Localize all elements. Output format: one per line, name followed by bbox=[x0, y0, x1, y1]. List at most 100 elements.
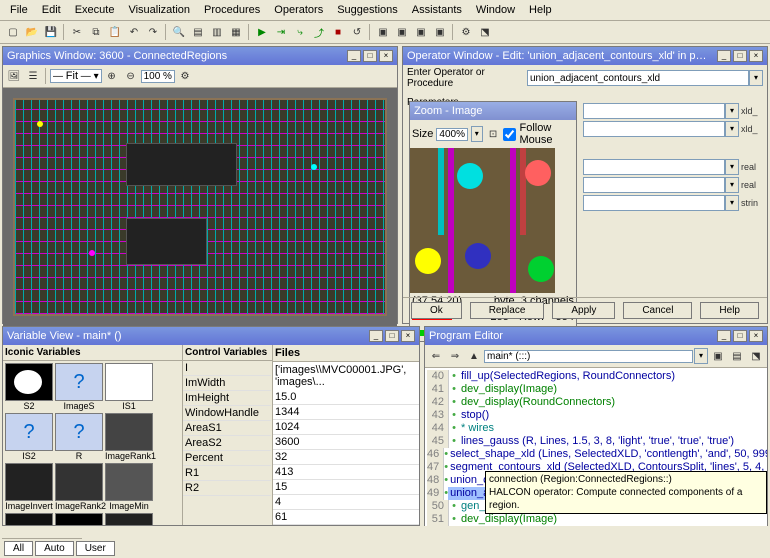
iconic-var[interactable]: ImageMax bbox=[105, 513, 153, 525]
img-icon[interactable]: 🖼 bbox=[5, 67, 23, 85]
minimize-icon[interactable]: _ bbox=[369, 330, 383, 342]
stop-icon[interactable]: ■ bbox=[329, 23, 347, 41]
dropdown-icon[interactable]: ▾ bbox=[471, 126, 483, 142]
param-input[interactable] bbox=[583, 121, 725, 137]
doc3-icon[interactable]: ▦ bbox=[227, 23, 245, 41]
menu-file[interactable]: File bbox=[4, 2, 34, 18]
iconic-var[interactable]: ?ImageS bbox=[55, 363, 103, 411]
param-input[interactable] bbox=[583, 195, 725, 211]
step2-icon[interactable]: ⤷ bbox=[291, 23, 309, 41]
ctrl-var-name[interactable]: AreaS2 bbox=[183, 436, 271, 451]
iconic-var[interactable]: ImageRank1 bbox=[105, 413, 153, 461]
zoom-size-select[interactable]: 400% bbox=[436, 128, 468, 141]
zoom-select[interactable]: 100 % bbox=[141, 70, 175, 83]
zoomout-icon[interactable]: ⊖ bbox=[122, 67, 140, 85]
ed1-icon[interactable]: ▣ bbox=[709, 347, 727, 365]
redo-icon[interactable]: ↷ bbox=[144, 23, 162, 41]
close-icon[interactable]: × bbox=[749, 50, 763, 62]
ctrl-var-name[interactable]: WindowHandle bbox=[183, 406, 271, 421]
save-icon[interactable]: 💾 bbox=[42, 23, 60, 41]
dropdown-icon[interactable]: ▾ bbox=[725, 121, 739, 137]
zoomin-icon[interactable]: ⊕ bbox=[103, 67, 121, 85]
ed3-icon[interactable]: ⬔ bbox=[747, 347, 765, 365]
code-line[interactable]: 51•dev_display(Image) bbox=[427, 513, 765, 526]
copy-icon[interactable]: ⧉ bbox=[87, 23, 105, 41]
main-toolbar[interactable]: ▢ 📂 💾 ✂ ⧉ 📋 ↶ ↷ 🔍 ▤ ▥ ▦ ▶ ⇥ ⤷ ⤴ ■ ↺ ▣ ▣ … bbox=[0, 21, 770, 44]
code-line[interactable]: 40•fill_up(SelectedRegions, RoundConnect… bbox=[427, 370, 765, 383]
code-line[interactable]: 44•* wires bbox=[427, 422, 765, 435]
ctrl-var-name[interactable]: ImWidth bbox=[183, 376, 271, 391]
up-icon[interactable]: ▲ bbox=[465, 347, 483, 365]
variable-titlebar[interactable]: Variable View - main* () _□× bbox=[3, 327, 419, 345]
minimize-icon[interactable]: _ bbox=[717, 330, 731, 342]
iconic-var[interactable]: RegionDynTh bbox=[55, 513, 103, 525]
operator-input[interactable] bbox=[527, 70, 749, 86]
dropdown-icon[interactable]: ▾ bbox=[694, 348, 708, 364]
main-menu[interactable]: FileEditExecuteVisualizationProceduresOp… bbox=[0, 0, 770, 21]
ctrl-var-name[interactable]: R2 bbox=[183, 481, 271, 496]
win1-icon[interactable]: ▣ bbox=[374, 23, 392, 41]
param-input[interactable] bbox=[583, 103, 725, 119]
maximize-icon[interactable]: □ bbox=[733, 50, 747, 62]
help-button[interactable]: Help bbox=[700, 302, 759, 319]
graphics-titlebar[interactable]: Graphics Window: 3600 - ConnectedRegions… bbox=[3, 47, 397, 65]
menu-help[interactable]: Help bbox=[523, 2, 558, 18]
close-icon[interactable]: × bbox=[401, 330, 415, 342]
follow-checkbox[interactable] bbox=[503, 128, 516, 141]
ctrl-var-name[interactable]: AreaS1 bbox=[183, 421, 271, 436]
operator-titlebar[interactable]: Operator Window - Edit: 'union_adjacent_… bbox=[403, 47, 767, 65]
ctrl-var-name[interactable]: I bbox=[183, 361, 271, 376]
iconic-var[interactable]: S2 bbox=[5, 363, 53, 411]
menu-suggestions[interactable]: Suggestions bbox=[331, 2, 404, 18]
maximize-icon[interactable]: □ bbox=[385, 330, 399, 342]
maximize-icon[interactable]: □ bbox=[733, 330, 747, 342]
graphics-toolbar[interactable]: 🖼 ☰ — Fit — ▾ ⊕ ⊖ 100 % ⚙ bbox=[3, 65, 397, 88]
code-line[interactable]: 46•select_shape_xld (Lines, SelectedXLD,… bbox=[427, 448, 765, 461]
minimize-icon[interactable]: _ bbox=[717, 50, 731, 62]
tab-all[interactable]: All bbox=[4, 541, 33, 556]
iconic-var[interactable]: ?R bbox=[55, 413, 103, 461]
fit-select[interactable]: — Fit — ▾ bbox=[50, 69, 102, 83]
code-area[interactable]: 40•fill_up(SelectedRegions, RoundConnect… bbox=[425, 368, 767, 526]
step-icon[interactable]: ⇥ bbox=[272, 23, 290, 41]
win3-icon[interactable]: ▣ bbox=[412, 23, 430, 41]
cut-icon[interactable]: ✂ bbox=[68, 23, 86, 41]
win4-icon[interactable]: ▣ bbox=[431, 23, 449, 41]
iconic-var[interactable]: ?IS2 bbox=[5, 413, 53, 461]
ctrl-var-name[interactable]: R1 bbox=[183, 466, 271, 481]
tool-icon[interactable]: ⊡ bbox=[486, 125, 501, 143]
cancel-button[interactable]: Cancel bbox=[623, 302, 692, 319]
dropdown-icon[interactable]: ▾ bbox=[725, 159, 739, 175]
code-line[interactable]: 45•lines_gauss (R, Lines, 1.5, 3, 8, 'li… bbox=[427, 435, 765, 448]
code-line[interactable]: 42•dev_display(RoundConnectors) bbox=[427, 396, 765, 409]
close-icon[interactable]: × bbox=[749, 330, 763, 342]
tool1-icon[interactable]: ⚙ bbox=[457, 23, 475, 41]
find-icon[interactable]: 🔍 bbox=[170, 23, 188, 41]
ok-button[interactable]: Ok bbox=[411, 302, 462, 319]
doc1-icon[interactable]: ▤ bbox=[189, 23, 207, 41]
param-input[interactable] bbox=[583, 177, 725, 193]
reset-icon[interactable]: ↺ bbox=[348, 23, 366, 41]
undo-icon[interactable]: ↶ bbox=[125, 23, 143, 41]
iconic-var[interactable]: ImageRank2 bbox=[55, 463, 103, 511]
editor-titlebar[interactable]: Program Editor _□× bbox=[425, 327, 767, 345]
menu-visualization[interactable]: Visualization bbox=[122, 2, 196, 18]
ctrl-var-name[interactable]: ImHeight bbox=[183, 391, 271, 406]
iconic-var[interactable]: ImageMin bbox=[105, 463, 153, 511]
replace-button[interactable]: Replace bbox=[470, 302, 545, 319]
run-icon[interactable]: ▶ bbox=[253, 23, 271, 41]
win2-icon[interactable]: ▣ bbox=[393, 23, 411, 41]
iconic-var[interactable]: ImageBinomi bbox=[5, 513, 53, 525]
dropdown-icon[interactable]: ▾ bbox=[725, 195, 739, 211]
pcb-image[interactable] bbox=[13, 98, 387, 316]
dropdown-icon[interactable]: ▾ bbox=[749, 70, 763, 86]
tab-user[interactable]: User bbox=[76, 541, 115, 556]
cfg-icon[interactable]: ⚙ bbox=[176, 67, 194, 85]
dropdown-icon[interactable]: ▾ bbox=[725, 103, 739, 119]
paste-icon[interactable]: 📋 bbox=[106, 23, 124, 41]
maximize-icon[interactable]: □ bbox=[363, 50, 377, 62]
doc2-icon[interactable]: ▥ bbox=[208, 23, 226, 41]
tool2-icon[interactable]: ⬔ bbox=[476, 23, 494, 41]
back-icon[interactable]: ⇐ bbox=[427, 347, 445, 365]
variable-tabs[interactable]: AllAutoUser bbox=[2, 538, 82, 558]
